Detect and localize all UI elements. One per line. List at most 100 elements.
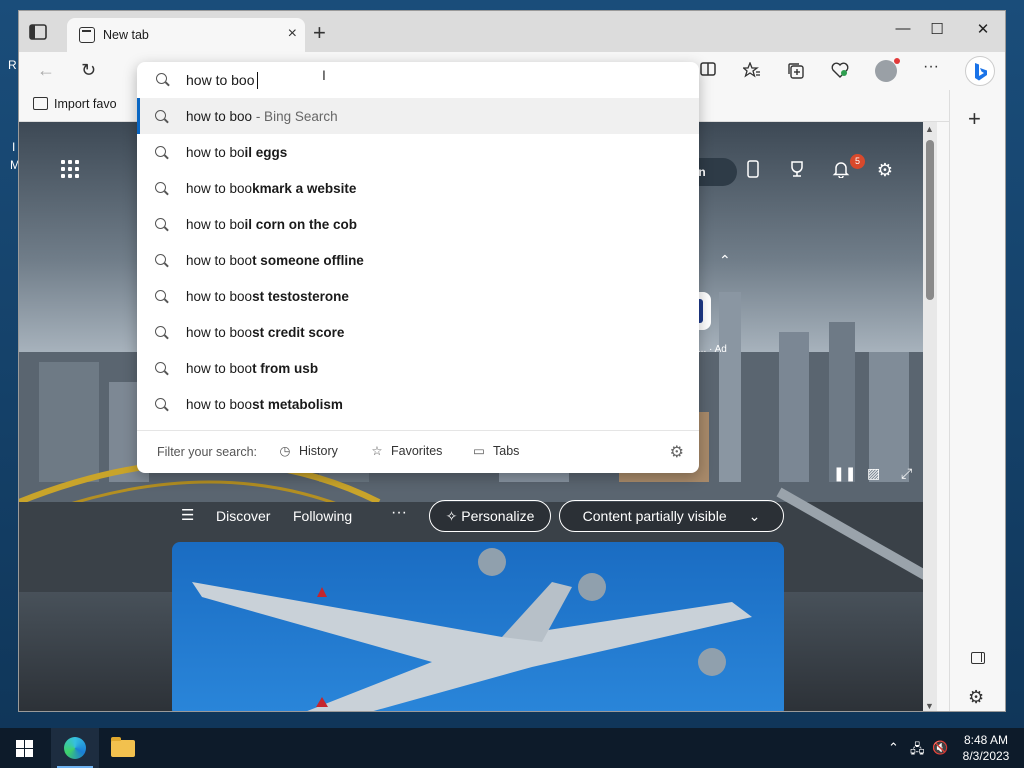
pause-background-icon[interactable]: ❚❚	[833, 465, 856, 482]
suggestion-item[interactable]: how to boot from usb	[137, 350, 699, 386]
mobile-phone-icon[interactable]	[741, 160, 765, 184]
search-icon	[155, 254, 169, 268]
folder-icon	[111, 737, 135, 757]
back-button[interactable]: ←	[37, 60, 55, 81]
bing-chat-button[interactable]	[965, 56, 995, 86]
favorites-star-icon: ☆	[371, 444, 383, 458]
suggestion-text: how to bookmark a website	[186, 181, 357, 196]
import-icon	[33, 97, 48, 110]
clock-date: 8/3/2023	[962, 749, 1010, 763]
address-bar-input[interactable]: how to boo	[186, 72, 626, 88]
import-favorites-button[interactable]: Import favo	[33, 97, 117, 111]
suggestion-text: how to boot someone offline	[186, 253, 364, 268]
tab-actions-icon	[29, 24, 47, 40]
scroll-thumb[interactable]	[926, 140, 934, 300]
suggestion-text: how to boost metabolism	[186, 397, 343, 412]
search-icon	[155, 218, 169, 232]
clock-time: 8:48 AM	[963, 733, 1009, 747]
feed-news-card-image[interactable]	[172, 542, 784, 711]
tab-title: New tab	[103, 28, 149, 42]
settings-and-more-button[interactable]: ···	[923, 58, 939, 76]
scroll-down-arrow-icon[interactable]: ▼	[925, 701, 934, 711]
tab-close-button[interactable]: ×	[288, 25, 297, 43]
suggestion-item[interactable]: how to bookmark a website	[137, 170, 699, 206]
page-scrollbar[interactable]: ▲ ▼	[923, 122, 937, 711]
bing-icon	[975, 63, 987, 81]
volume-muted-icon[interactable]: 🔇	[932, 740, 948, 756]
feed-menu-icon[interactable]: ☰	[181, 506, 194, 524]
scroll-up-arrow-icon[interactable]: ▲	[925, 124, 934, 134]
taskbar-edge-app[interactable]	[51, 728, 99, 768]
personalize-button[interactable]: ✧ Personalize	[429, 500, 551, 532]
suggestion-text: how to boil eggs	[186, 145, 288, 160]
personalize-icon: ✧	[445, 508, 462, 524]
tab-bar: New tab × + — ☐ ✕	[19, 11, 1005, 52]
close-window-button[interactable]: ✕	[969, 20, 997, 38]
expand-icon[interactable]: ⤢	[901, 465, 912, 482]
search-filter-bar: Filter your search: ◷ History ☆ Favorites …	[137, 430, 699, 473]
suggestion-item[interactable]: how to boil corn on the cob	[137, 206, 699, 242]
suggestion-item[interactable]: how to boo - Bing Search	[137, 98, 699, 134]
feed-tab-following[interactable]: Following	[293, 508, 352, 524]
history-clock-icon: ◷	[279, 444, 291, 458]
filter-history-button[interactable]: ◷ History	[277, 443, 338, 458]
rewards-trophy-icon[interactable]	[785, 160, 809, 184]
suggestion-item[interactable]: how to boost testosterone	[137, 278, 699, 314]
favorites-icon[interactable]	[741, 61, 761, 80]
search-icon	[155, 182, 169, 196]
minimize-button[interactable]: —	[889, 20, 917, 37]
suggestion-item[interactable]: how to boost metabolism	[137, 386, 699, 422]
windows-taskbar: ⌃ 🖧 🔇 8:48 AM 8/3/2023	[0, 728, 1024, 768]
notification-count-badge: 5	[850, 154, 865, 169]
address-bar-suggestions-dropdown: how to boo I how to boo - Bing Search how…	[137, 62, 699, 473]
filter-favorites-label: Favorites	[391, 444, 443, 458]
personalize-label: Personalize	[461, 508, 535, 524]
maximize-button[interactable]: ☐	[923, 20, 951, 38]
content-visibility-dropdown[interactable]: Content partially visible ⌄	[559, 500, 784, 532]
chevron-down-icon: ⌄	[748, 508, 761, 524]
network-icon[interactable]: 🖧	[910, 740, 925, 762]
address-bar[interactable]: how to boo I	[137, 62, 699, 98]
search-icon	[156, 73, 170, 87]
search-icon	[155, 146, 169, 160]
new-tab-button[interactable]: +	[313, 20, 326, 46]
apps-launcher-icon[interactable]	[61, 160, 81, 180]
desktop-text-fragment: I	[12, 140, 16, 154]
refresh-button[interactable]: ↻	[81, 60, 96, 81]
background-info-icon[interactable]: ▨	[867, 465, 880, 482]
text-caret	[257, 72, 258, 89]
edge-sidebar: + ⚙	[949, 90, 1005, 711]
search-settings-gear-icon[interactable]: ⚙	[670, 442, 684, 462]
feed-tab-discover[interactable]: Discover	[216, 508, 270, 524]
start-button[interactable]	[16, 740, 33, 757]
feed-more-button[interactable]: ···	[391, 504, 407, 522]
suggestion-text: how to boot from usb	[186, 361, 319, 376]
sidebar-settings-gear-icon[interactable]: ⚙	[968, 687, 984, 708]
collections-icon[interactable]	[787, 62, 805, 80]
page-settings-gear-icon[interactable]: ⚙	[873, 160, 897, 184]
suggestion-item[interactable]: how to boost credit score	[137, 314, 699, 350]
filter-history-label: History	[299, 444, 338, 458]
filter-favorites-button[interactable]: ☆ Favorites	[369, 443, 442, 458]
suggestion-text: how to boost credit score	[186, 325, 345, 340]
suggestion-item[interactable]: how to boot someone offline	[137, 242, 699, 278]
aircraft-photo	[192, 548, 752, 711]
tab-actions-button[interactable]	[29, 24, 49, 42]
edge-logo-icon	[64, 737, 86, 759]
browser-window: New tab × + — ☐ ✕ ← ↻ ··· Import favo + …	[18, 10, 1006, 712]
filter-tabs-button[interactable]: ▭ Tabs	[471, 443, 519, 458]
add-sidebar-app-button[interactable]: +	[968, 106, 981, 132]
split-screen-icon[interactable]	[699, 62, 717, 80]
suggestion-text: how to boil corn on the cob	[186, 217, 358, 232]
hide-sidebar-icon[interactable]	[971, 652, 985, 664]
suggestion-text: how to boo - Bing Search	[186, 109, 338, 124]
tab-new-tab[interactable]: New tab ×	[67, 18, 305, 52]
taskbar-file-explorer-app[interactable]	[99, 728, 147, 768]
tray-chevron-up-icon[interactable]: ⌃	[888, 740, 899, 756]
profile-avatar[interactable]	[875, 58, 900, 82]
text-cursor-icon: I	[322, 67, 326, 83]
system-clock[interactable]: 8:48 AM 8/3/2023	[958, 732, 1014, 764]
browser-essentials-icon[interactable]	[831, 62, 849, 80]
suggestion-item[interactable]: how to boil eggs	[137, 134, 699, 170]
chevron-up-icon[interactable]: ⌃	[719, 252, 731, 269]
